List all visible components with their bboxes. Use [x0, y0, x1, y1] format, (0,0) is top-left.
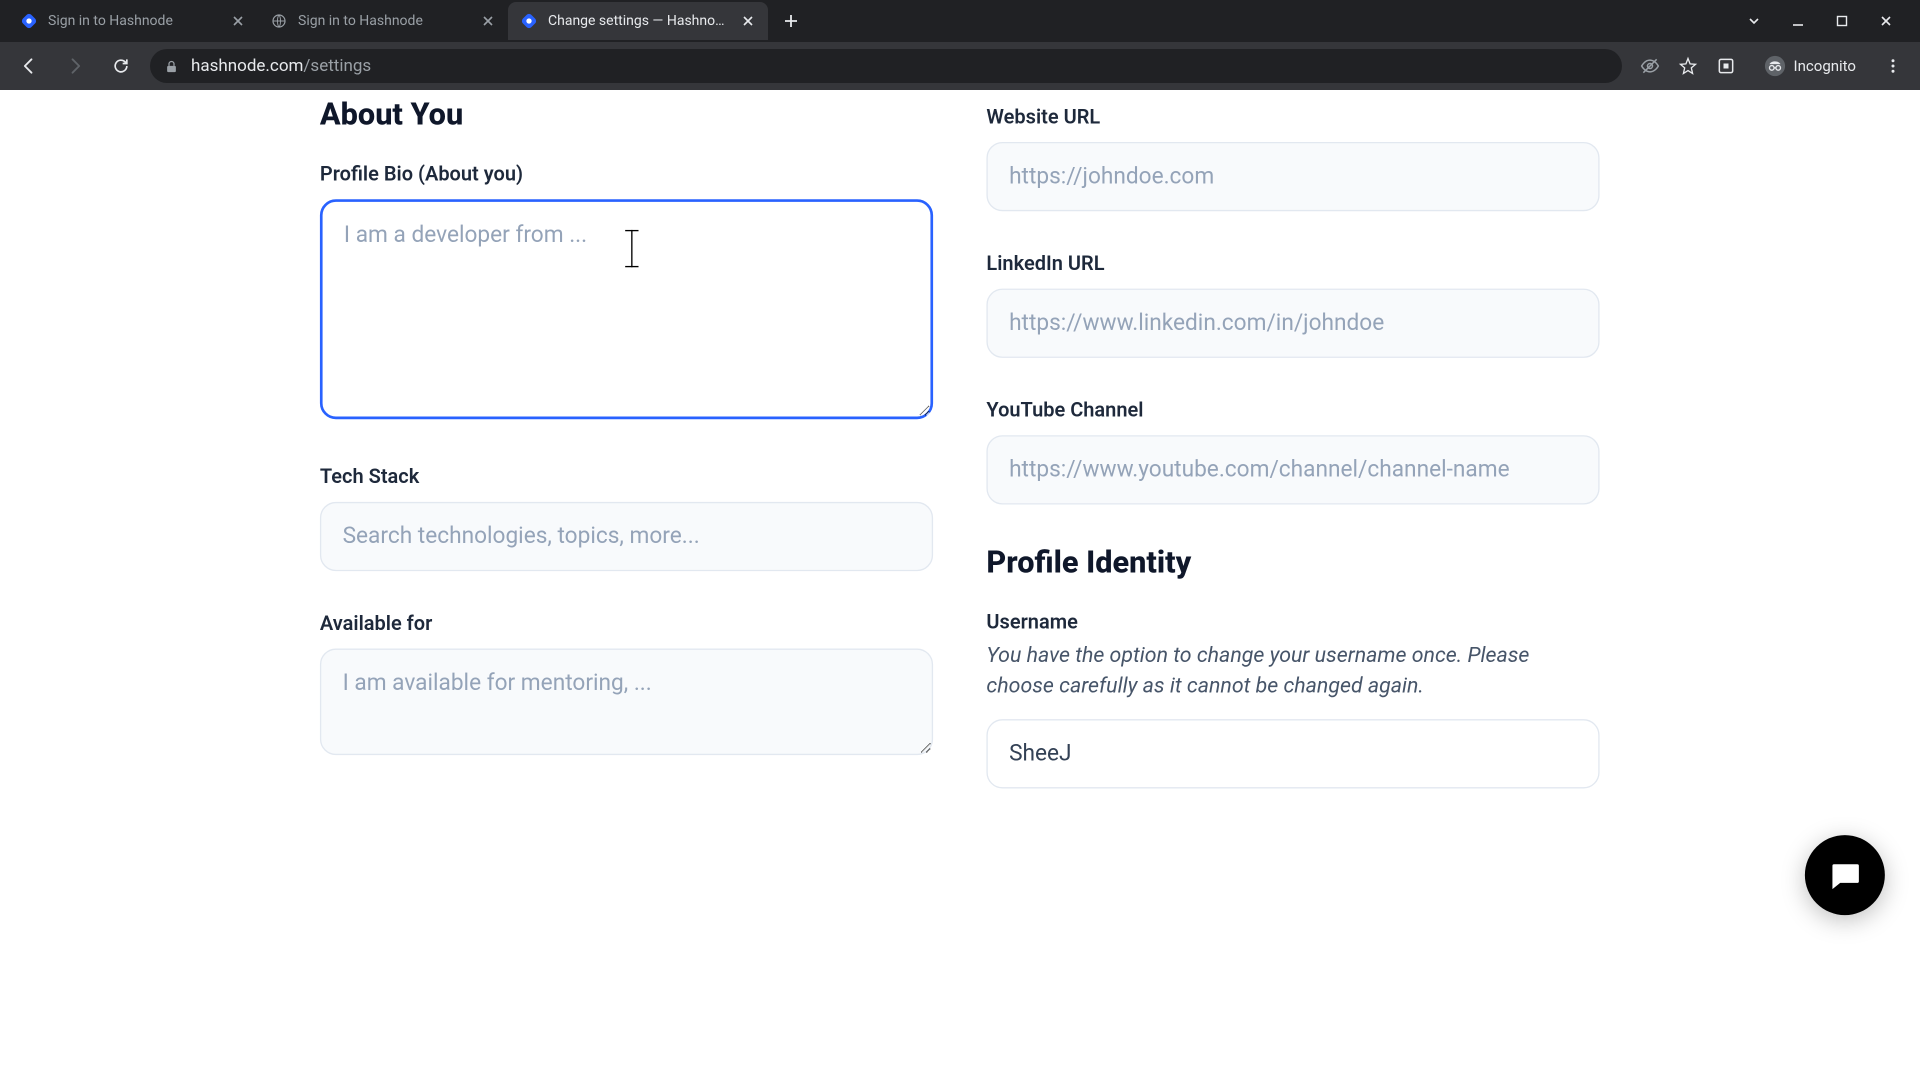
chat-icon	[1826, 856, 1863, 893]
bio-label: Profile Bio (About you)	[320, 162, 933, 186]
lock-icon	[164, 59, 179, 74]
tab-signin-2[interactable]: Sign in to Hashnode	[258, 2, 508, 40]
username-label: Username	[986, 610, 1599, 634]
tab-settings[interactable]: Change settings — Hashnode	[508, 2, 768, 40]
incognito-label: Incognito	[1794, 57, 1856, 75]
username-input[interactable]	[986, 720, 1599, 789]
close-icon[interactable]	[230, 13, 246, 29]
chat-widget-button[interactable]	[1805, 835, 1885, 915]
incognito-icon	[1764, 55, 1786, 77]
linkedin-input[interactable]	[986, 289, 1599, 358]
close-icon[interactable]	[740, 13, 756, 29]
bio-textarea[interactable]	[320, 199, 933, 419]
available-textarea[interactable]	[320, 648, 933, 755]
globe-icon	[270, 12, 288, 30]
tab-title: Sign in to Hashnode	[48, 13, 220, 29]
bookmark-star-icon[interactable]	[1678, 56, 1698, 76]
website-label: Website URL	[986, 105, 1599, 129]
hashnode-icon	[520, 12, 538, 30]
install-app-icon[interactable]	[1716, 56, 1736, 76]
minimize-button[interactable]	[1788, 11, 1808, 31]
maximize-button[interactable]	[1832, 11, 1852, 31]
kebab-menu-icon[interactable]	[1884, 57, 1902, 75]
reload-button[interactable]	[104, 49, 138, 83]
chevron-down-icon[interactable]	[1744, 11, 1764, 31]
profile-identity-heading: Profile Identity	[986, 545, 1599, 581]
window-controls	[1744, 11, 1912, 31]
techstack-label: Tech Stack	[320, 465, 933, 489]
eye-off-icon[interactable]	[1640, 56, 1660, 76]
tab-signin-1[interactable]: Sign in to Hashnode	[8, 2, 258, 40]
youtube-label: YouTube Channel	[986, 398, 1599, 422]
back-button[interactable]	[12, 49, 46, 83]
website-input[interactable]	[986, 142, 1599, 211]
new-tab-button[interactable]	[776, 6, 806, 36]
hashnode-icon	[20, 12, 38, 30]
about-you-heading: About You	[320, 97, 933, 133]
page-content: Location About You Profile Bio (About yo…	[0, 90, 1920, 1080]
browser-toolbar: hashnode.com/settings Incognito	[0, 42, 1920, 90]
close-icon[interactable]	[480, 13, 496, 29]
techstack-input[interactable]	[320, 502, 933, 571]
tab-title: Change settings — Hashnode	[548, 13, 730, 29]
forward-button[interactable]	[58, 49, 92, 83]
url-text: hashnode.com/settings	[191, 56, 371, 76]
tab-strip: Sign in to Hashnode Sign in to Hashnode …	[0, 0, 1920, 42]
incognito-indicator[interactable]: Incognito	[1754, 51, 1866, 81]
tab-title: Sign in to Hashnode	[298, 13, 470, 29]
youtube-input[interactable]	[986, 435, 1599, 504]
username-note: You have the option to change your usern…	[986, 639, 1599, 701]
address-bar[interactable]: hashnode.com/settings	[150, 49, 1622, 83]
close-window-button[interactable]	[1876, 11, 1896, 31]
linkedin-label: LinkedIn URL	[986, 251, 1599, 275]
available-label: Available for	[320, 611, 933, 635]
